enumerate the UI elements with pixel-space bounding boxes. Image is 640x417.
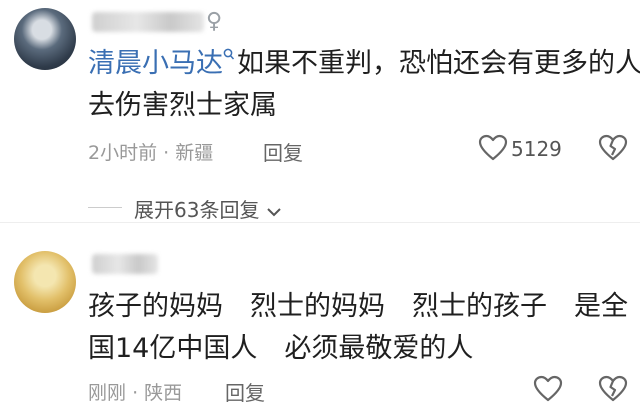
blurred-username[interactable] <box>92 12 204 32</box>
comment-text-line-2: 国14亿中国人 必须最敬爱的人 <box>88 333 474 364</box>
broken-heart-icon[interactable] <box>598 375 628 403</box>
blurred-username[interactable] <box>92 254 158 274</box>
heart-icon[interactable] <box>533 375 563 403</box>
meta-separator: · <box>132 382 139 404</box>
meta-separator: · <box>163 142 170 164</box>
heart-icon[interactable] <box>478 134 508 162</box>
comment-text-line-1: 清晨小马达 如果不重判，恐怕还会有更多的人 <box>88 46 640 82</box>
comment-divider <box>0 222 640 223</box>
mention-username[interactable]: 清晨小马达 <box>88 48 223 79</box>
comment-meta: 刚刚 · 陕西 <box>88 378 182 405</box>
expand-divider-line <box>88 207 122 208</box>
timestamp: 2小时前 <box>88 142 158 164</box>
location: 陕西 <box>144 382 183 404</box>
comment-text-line-1: 孩子的妈妈 烈士的妈妈 烈士的孩子 是全 <box>88 291 628 322</box>
reply-button[interactable]: 回复 <box>225 377 265 406</box>
comment-text-line-2: 去伤害烈士家属 <box>88 90 277 121</box>
comment-meta: 2小时前 · 新疆 <box>88 138 213 165</box>
broken-heart-icon[interactable] <box>598 134 628 162</box>
expand-replies-label: 展开63条回复 <box>134 198 260 222</box>
expand-replies-button[interactable]: 展开63条回复 <box>134 194 282 223</box>
avatar[interactable] <box>14 8 76 70</box>
reply-button[interactable]: 回复 <box>263 137 303 166</box>
avatar[interactable] <box>14 251 76 313</box>
location: 新疆 <box>175 142 214 164</box>
chevron-down-icon <box>266 206 282 218</box>
comment-body: 如果不重判，恐怕还会有更多的人 <box>237 48 640 79</box>
like-count: 5129 <box>511 137 562 161</box>
timestamp: 刚刚 <box>88 382 127 404</box>
female-gender-icon: ♀ <box>206 9 223 34</box>
search-icon[interactable] <box>223 48 235 62</box>
